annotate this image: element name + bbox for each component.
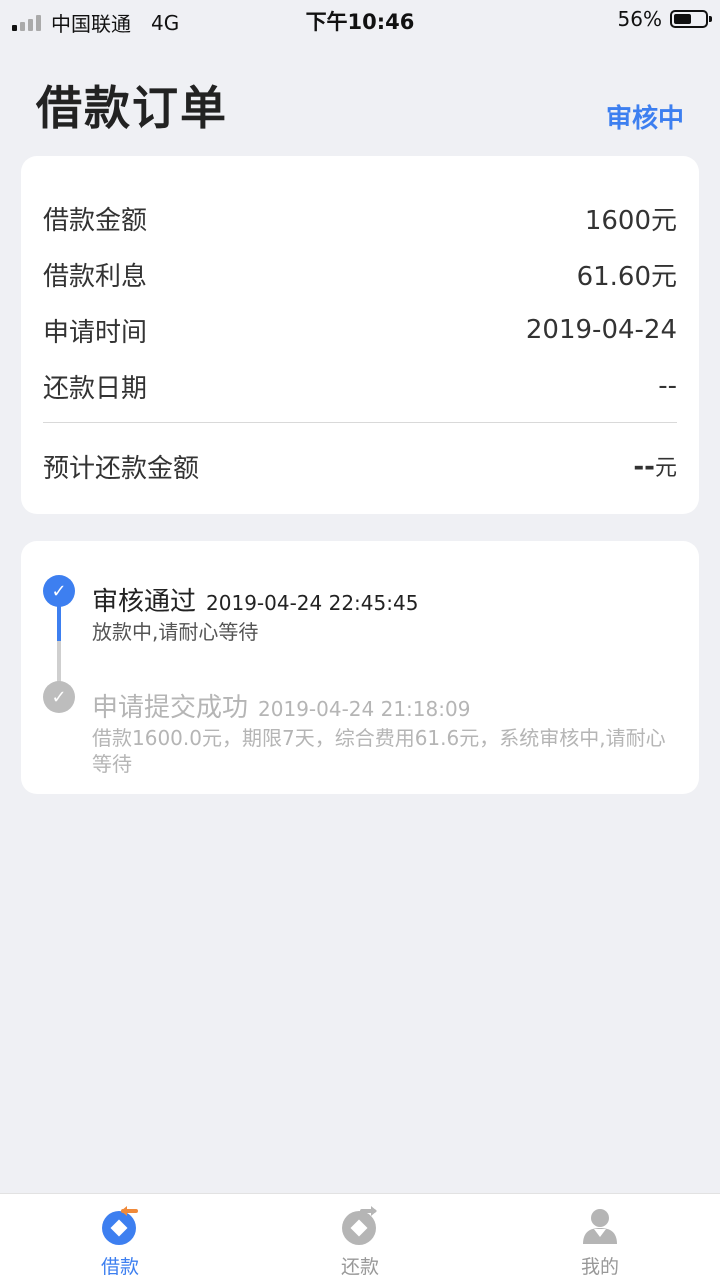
timeline-step-title: 申请提交成功 2019-04-24 21:18:09: [92, 687, 470, 724]
summary-row-apply-time: 申请时间 2019-04-24: [43, 310, 677, 350]
summary-row-amount: 借款金额 1600元: [43, 198, 677, 238]
status-bar-right: 56%: [617, 7, 712, 31]
summary-value: 61.60元: [576, 261, 677, 292]
order-summary-card: 借款金额 1600元 借款利息 61.60元 申请时间 2019-04-24 还…: [21, 156, 699, 514]
total-unit: 元: [654, 456, 677, 481]
summary-value: 1600元: [584, 205, 677, 236]
tab-label: 我的: [580, 1256, 619, 1278]
page-title: 借款订单: [36, 81, 228, 135]
clock: 下午10:46: [305, 10, 415, 34]
timeline-step-desc: 借款1600.0元，期限7天，综合费用61.6元，系统审核中,请耐心等待: [92, 726, 666, 776]
summary-value: 2019-04-24: [525, 315, 677, 345]
summary-value: --: [658, 371, 677, 401]
borrow-icon: [100, 1206, 140, 1246]
tab-borrow[interactable]: 借款: [0, 1194, 240, 1280]
check-circle-icon: ✓: [43, 575, 75, 607]
step-time: 2019-04-24 21:18:09: [258, 697, 471, 721]
total-label: 预计还款金额: [43, 453, 200, 484]
step-time: 2019-04-24 22:45:45: [206, 591, 419, 615]
battery-icon: [670, 10, 712, 28]
summary-label: 申请时间: [43, 317, 148, 348]
timeline-step-title: 审核通过 2019-04-24 22:45:45: [92, 581, 418, 618]
battery-fill: [674, 14, 691, 24]
summary-row-total: 预计还款金额 --元: [43, 446, 677, 486]
tab-profile[interactable]: 我的: [480, 1194, 720, 1280]
divider: [43, 422, 677, 423]
summary-label: 还款日期: [43, 373, 148, 404]
battery-percent: 56%: [617, 7, 662, 31]
summary-row-interest: 借款利息 61.60元: [43, 254, 677, 294]
step-title: 申请提交成功: [92, 693, 249, 723]
tab-repay[interactable]: 还款: [240, 1194, 480, 1280]
total-value-wrap: --元: [633, 450, 677, 482]
timeline-connector-active: [57, 605, 61, 641]
timeline-step-desc: 放款中,请耐心等待: [92, 620, 259, 644]
summary-label: 借款金额: [43, 205, 148, 236]
total-value: --: [633, 452, 655, 482]
order-status: 审核中: [605, 104, 684, 134]
bottom-tab-bar: 借款 还款 我的: [0, 1193, 720, 1280]
order-timeline-card: ✓ 审核通过 2019-04-24 22:45:45 放款中,请耐心等待 ✓ 申…: [21, 541, 699, 794]
summary-row-repay-date: 还款日期 --: [43, 366, 677, 406]
tab-label: 还款: [340, 1256, 379, 1278]
status-bar: 中国联通 4G 下午10:46 56%: [0, 0, 720, 40]
profile-icon: [580, 1206, 620, 1246]
summary-label: 借款利息: [43, 261, 148, 292]
tab-label: 借款: [100, 1256, 139, 1278]
step-title: 审核通过: [92, 587, 197, 617]
repay-icon: [340, 1206, 380, 1246]
check-circle-icon: ✓: [43, 681, 75, 713]
